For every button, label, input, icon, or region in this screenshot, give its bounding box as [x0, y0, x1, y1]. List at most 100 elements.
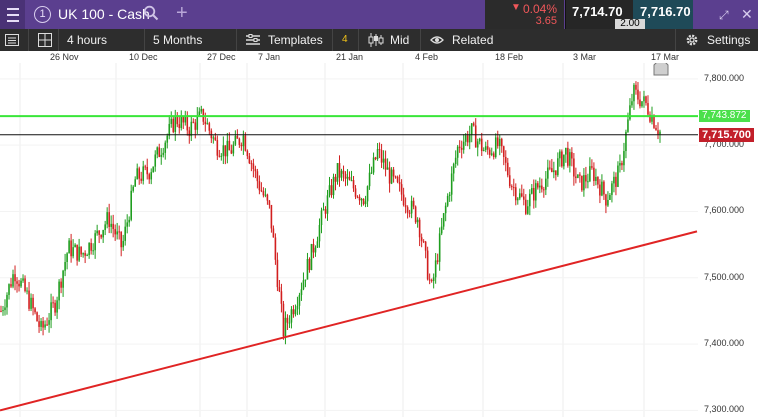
candle-body — [589, 166, 591, 182]
candle-body — [42, 321, 44, 328]
search-icon[interactable] — [143, 5, 159, 21]
candle-body — [228, 140, 231, 151]
candle-body — [220, 155, 223, 157]
candle-body — [633, 84, 635, 102]
candle-body — [204, 121, 207, 125]
candle-body — [529, 193, 531, 207]
templates-count-badge: 4 — [342, 34, 348, 45]
candle-body — [603, 181, 605, 195]
expand-icon[interactable]: ⤢ — [719, 8, 729, 23]
settings-button[interactable]: Settings — [707, 29, 750, 51]
candle-body — [262, 191, 265, 196]
list-view-icon[interactable] — [5, 29, 23, 51]
candle-body — [186, 116, 189, 131]
candlestick-icon[interactable] — [368, 29, 384, 51]
candle-body — [122, 240, 124, 248]
candle-body — [118, 231, 120, 233]
candle-body — [232, 144, 235, 154]
candle-body — [62, 270, 64, 288]
range-select[interactable]: 5 Months — [153, 29, 202, 51]
candle-body — [414, 206, 417, 223]
candle-body — [645, 96, 647, 104]
candle-body — [472, 123, 475, 126]
candle-body — [22, 278, 24, 281]
candle-body — [224, 145, 227, 157]
hamburger-menu-icon[interactable] — [0, 0, 25, 29]
candle-body — [366, 186, 369, 202]
x-tick-label: 27 Dec — [207, 52, 236, 62]
candle-body — [412, 200, 415, 207]
candle-body — [86, 255, 88, 257]
candle-body — [196, 115, 199, 130]
candle-body — [579, 174, 581, 176]
candle-body — [192, 121, 195, 123]
candle-body — [338, 163, 341, 178]
candle-body — [595, 176, 597, 181]
templates-icon[interactable] — [246, 29, 260, 51]
candle-body — [460, 147, 463, 150]
candle-body — [190, 121, 193, 137]
candle-body — [516, 198, 519, 201]
candle-body — [142, 166, 145, 181]
close-icon[interactable]: ✕ — [741, 6, 753, 23]
instrument-title[interactable]: UK 100 - Cash — [58, 6, 150, 22]
candle-body — [426, 250, 429, 280]
candle-body — [518, 193, 521, 199]
candle-body — [394, 176, 397, 178]
candle-body — [502, 146, 505, 157]
price-chart[interactable] — [0, 51, 698, 417]
price-type-select[interactable]: Mid — [390, 29, 409, 51]
candle-body — [561, 151, 563, 167]
y-tick-label: 7,500.000 — [704, 271, 745, 282]
candle-body — [144, 166, 147, 168]
candle-body — [230, 150, 233, 154]
candle-body — [28, 290, 30, 309]
candle-body — [420, 237, 423, 242]
candle-body — [647, 103, 649, 115]
add-tab-icon[interactable]: + — [176, 3, 188, 23]
candle-body — [284, 317, 287, 337]
grid-layout-icon[interactable] — [38, 29, 54, 51]
candle-body — [362, 198, 365, 205]
candle-body — [496, 137, 499, 147]
candle-body — [374, 157, 377, 160]
candle-body — [0, 310, 2, 312]
candle-body — [76, 244, 78, 261]
candle-body — [480, 138, 483, 151]
candle-body — [140, 178, 143, 181]
candle-body — [146, 166, 149, 175]
candle-body — [254, 169, 257, 172]
templates-button[interactable]: Templates — [268, 29, 323, 51]
candle-body — [168, 123, 171, 136]
candle-body — [154, 154, 157, 167]
ask-price: 7,716.70 — [640, 4, 691, 19]
candle-body — [222, 145, 225, 156]
candle-body — [468, 134, 471, 143]
candle-body — [134, 179, 137, 187]
candle-body — [182, 116, 185, 123]
y-tick-label: 7,300.000 — [704, 404, 745, 415]
candle-body — [490, 153, 493, 155]
candle-body — [16, 281, 18, 284]
gear-icon[interactable] — [685, 29, 701, 51]
candle-body — [250, 163, 253, 165]
candle-body — [575, 176, 577, 178]
candle-body — [308, 259, 311, 271]
candle-body — [324, 209, 327, 214]
interval-select[interactable]: 4 hours — [67, 29, 107, 51]
candle-body — [462, 141, 465, 150]
candle-body — [212, 137, 215, 139]
candle-body — [601, 181, 603, 196]
candle-body — [430, 280, 433, 282]
candle-body — [288, 322, 291, 324]
candle-body — [434, 260, 437, 278]
candle-body — [30, 297, 32, 309]
candle-body — [130, 190, 132, 220]
candle-body — [160, 154, 163, 157]
candle-body — [298, 295, 301, 306]
candle-body — [422, 241, 425, 243]
candle-body — [354, 188, 357, 197]
related-button[interactable]: Related — [452, 29, 493, 51]
eye-icon[interactable] — [430, 29, 446, 51]
candle-body — [50, 302, 52, 321]
